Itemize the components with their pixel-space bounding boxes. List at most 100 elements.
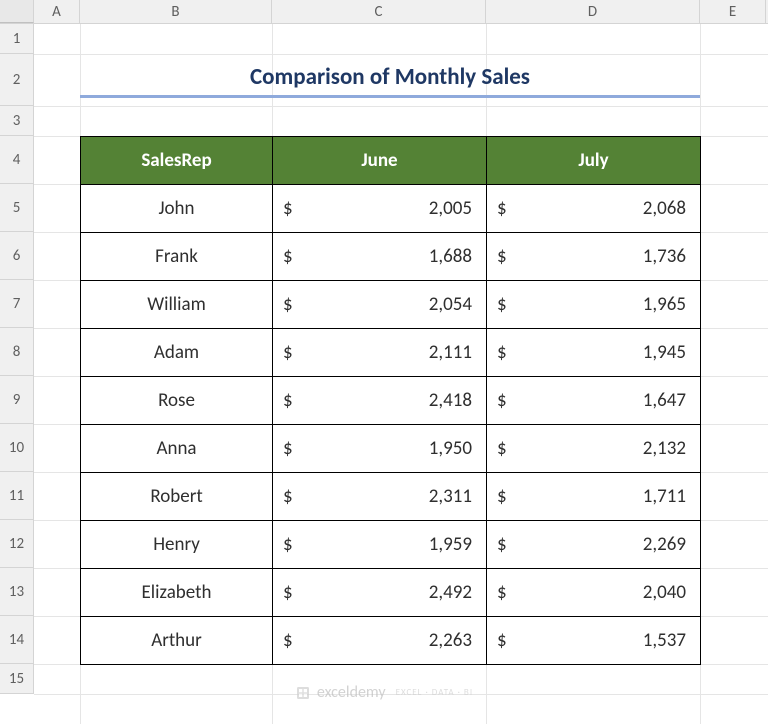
cell-A3[interactable] xyxy=(34,106,80,136)
column-header-E[interactable]: E xyxy=(700,0,766,23)
table-row: John$2,005$2,068 xyxy=(81,185,701,233)
row-header-9[interactable]: 9 xyxy=(0,376,34,424)
amount-value: 2,263 xyxy=(429,629,472,652)
row-header-8[interactable]: 8 xyxy=(0,328,34,376)
row-header-3[interactable]: 3 xyxy=(0,106,34,136)
july-cell[interactable]: $1,965 xyxy=(487,281,701,329)
june-cell[interactable]: $1,959 xyxy=(273,521,487,569)
june-cell[interactable]: $2,005 xyxy=(273,185,487,233)
cell-A1[interactable] xyxy=(34,24,80,54)
june-cell[interactable]: $2,418 xyxy=(273,377,487,425)
currency-symbol: $ xyxy=(283,485,293,508)
col-A-gutter[interactable] xyxy=(34,136,80,664)
amount-value: 2,054 xyxy=(429,293,472,316)
currency-symbol: $ xyxy=(497,533,507,556)
amount-value: 1,959 xyxy=(429,533,472,556)
salesrep-cell[interactable]: John xyxy=(81,185,273,233)
table-row: Elizabeth$2,492$2,040 xyxy=(81,569,701,617)
currency-symbol: $ xyxy=(283,197,293,220)
june-cell[interactable]: $2,311 xyxy=(273,473,487,521)
currency-symbol: $ xyxy=(497,389,507,412)
july-cell[interactable]: $2,132 xyxy=(487,425,701,473)
currency-symbol: $ xyxy=(283,533,293,556)
spreadsheet: A B C D E 1 2 3 4 5 6 7 8 9 10 11 12 13 … xyxy=(0,0,768,724)
amount-value: 2,492 xyxy=(429,581,472,604)
amount-value: 1,950 xyxy=(429,437,472,460)
row-header-12[interactable]: 12 xyxy=(0,520,34,568)
row-header-10[interactable]: 10 xyxy=(0,424,34,472)
title-cell[interactable]: Comparison of Monthly Sales xyxy=(80,54,700,106)
table-row: Anna$1,950$2,132 xyxy=(81,425,701,473)
july-cell[interactable]: $1,537 xyxy=(487,617,701,665)
amount-value: 2,068 xyxy=(643,197,686,220)
table-row: Adam$2,111$1,945 xyxy=(81,329,701,377)
currency-symbol: $ xyxy=(283,389,293,412)
amount-value: 2,418 xyxy=(429,389,472,412)
june-cell[interactable]: $2,492 xyxy=(273,569,487,617)
july-cell[interactable]: $1,647 xyxy=(487,377,701,425)
table-row: Arthur$2,263$1,537 xyxy=(81,617,701,665)
amount-value: 1,647 xyxy=(643,389,686,412)
june-cell[interactable]: $1,950 xyxy=(273,425,487,473)
row-header-1[interactable]: 1 xyxy=(0,24,34,54)
watermark: exceldemy EXCEL · DATA · BI xyxy=(0,683,768,702)
salesrep-cell[interactable]: Adam xyxy=(81,329,273,377)
june-cell[interactable]: $2,111 xyxy=(273,329,487,377)
july-cell[interactable]: $1,711 xyxy=(487,473,701,521)
currency-symbol: $ xyxy=(283,293,293,316)
salesrep-cell[interactable]: Elizabeth xyxy=(81,569,273,617)
june-cell[interactable]: $2,054 xyxy=(273,281,487,329)
june-cell[interactable]: $2,263 xyxy=(273,617,487,665)
table-row: Henry$1,959$2,269 xyxy=(81,521,701,569)
table-row: Frank$1,688$1,736 xyxy=(81,233,701,281)
column-header-B[interactable]: B xyxy=(80,0,272,23)
currency-symbol: $ xyxy=(497,581,507,604)
header-salesrep[interactable]: SalesRep xyxy=(81,137,273,185)
salesrep-cell[interactable]: Anna xyxy=(81,425,273,473)
currency-symbol: $ xyxy=(497,485,507,508)
table-header-row: SalesRep June July xyxy=(81,137,701,185)
salesrep-cell[interactable]: Rose xyxy=(81,377,273,425)
header-july[interactable]: July xyxy=(487,137,701,185)
currency-symbol: $ xyxy=(497,629,507,652)
salesrep-cell[interactable]: Robert xyxy=(81,473,273,521)
watermark-tagline: EXCEL · DATA · BI xyxy=(396,687,473,698)
page-title: Comparison of Monthly Sales xyxy=(80,63,700,98)
row-header-13[interactable]: 13 xyxy=(0,568,34,616)
currency-symbol: $ xyxy=(497,293,507,316)
salesrep-cell[interactable]: William xyxy=(81,281,273,329)
amount-value: 2,132 xyxy=(643,437,686,460)
july-cell[interactable]: $1,736 xyxy=(487,233,701,281)
salesrep-cell[interactable]: Arthur xyxy=(81,617,273,665)
cell-A2[interactable] xyxy=(34,54,80,106)
row-header-2[interactable]: 2 xyxy=(0,54,34,106)
amount-value: 2,111 xyxy=(429,341,472,364)
watermark-brand: exceldemy xyxy=(317,683,386,702)
salesrep-cell[interactable]: Henry xyxy=(81,521,273,569)
table-row: Robert$2,311$1,711 xyxy=(81,473,701,521)
column-header-D[interactable]: D xyxy=(486,0,700,23)
june-cell[interactable]: $1,688 xyxy=(273,233,487,281)
row-header-6[interactable]: 6 xyxy=(0,232,34,280)
july-cell[interactable]: $2,040 xyxy=(487,569,701,617)
row-headers: 1 2 3 4 5 6 7 8 9 10 11 12 13 14 15 xyxy=(0,24,34,694)
row-header-14[interactable]: 14 xyxy=(0,616,34,664)
column-header-A[interactable]: A xyxy=(34,0,80,23)
row-header-5[interactable]: 5 xyxy=(0,184,34,232)
select-all-corner[interactable] xyxy=(0,0,34,23)
july-cell[interactable]: $2,068 xyxy=(487,185,701,233)
table-row: Rose$2,418$1,647 xyxy=(81,377,701,425)
amount-value: 1,711 xyxy=(643,485,686,508)
row-header-11[interactable]: 11 xyxy=(0,472,34,520)
july-cell[interactable]: $1,945 xyxy=(487,329,701,377)
currency-symbol: $ xyxy=(497,245,507,268)
row-header-7[interactable]: 7 xyxy=(0,280,34,328)
row-header-4[interactable]: 4 xyxy=(0,136,34,184)
column-header-C[interactable]: C xyxy=(272,0,486,23)
header-june[interactable]: June xyxy=(273,137,487,185)
july-cell[interactable]: $2,269 xyxy=(487,521,701,569)
currency-symbol: $ xyxy=(497,341,507,364)
sales-table: SalesRep June July John$2,005$2,068Frank… xyxy=(80,136,701,665)
amount-value: 1,736 xyxy=(643,245,686,268)
salesrep-cell[interactable]: Frank xyxy=(81,233,273,281)
